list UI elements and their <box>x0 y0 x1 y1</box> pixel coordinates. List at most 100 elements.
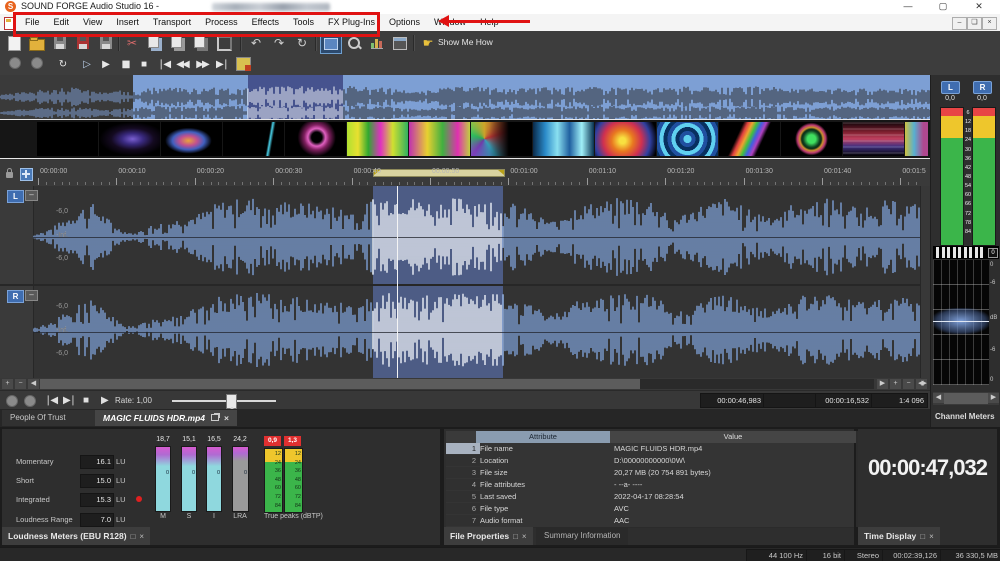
time-ruler[interactable]: 00:00:0000:00:1000:00:2000:00:3000:00:40… <box>0 159 930 186</box>
zoom-out-button[interactable]: − <box>903 379 914 389</box>
cursor-time-box[interactable]: 00:00:46,983 <box>700 393 765 408</box>
save-button[interactable] <box>50 34 70 52</box>
menu-view[interactable]: View <box>76 14 109 31</box>
render-as-button[interactable] <box>96 34 116 52</box>
new-file-button[interactable] <box>4 34 24 52</box>
minimize-channel-icon[interactable]: – <box>25 190 38 201</box>
right-channel-button[interactable]: R <box>7 290 24 303</box>
arm-record-button[interactable] <box>28 57 46 73</box>
float-icon[interactable]: □ <box>916 532 925 541</box>
go-to-start-button[interactable]: ❘◀ <box>154 57 172 73</box>
trim-button[interactable] <box>214 34 234 52</box>
tab-people-of-trust[interactable]: People Of Trust <box>2 410 96 426</box>
stop-icon[interactable]: ■ <box>83 393 89 408</box>
video-frame[interactable] <box>471 122 532 156</box>
playback-cursor[interactable] <box>397 186 398 378</box>
statistics-button[interactable] <box>367 34 387 52</box>
scroll-right-icon[interactable]: ▶ <box>877 379 888 389</box>
minimize-icon[interactable]: — <box>895 0 921 13</box>
go-to-start-icon[interactable]: ❘◀ <box>44 393 56 408</box>
snap-icon[interactable] <box>20 168 33 181</box>
video-frame[interactable] <box>595 122 656 156</box>
scrollbar-track[interactable] <box>40 379 874 389</box>
column-header-attribute[interactable]: Attribute <box>476 431 610 443</box>
selection-length-box[interactable]: 00:00:16,532 <box>815 393 873 408</box>
menu-options[interactable]: Options <box>382 14 427 31</box>
waveform-editor[interactable]: L – R – -6,0 -Inf. -6,0 -6,0 -Inf. -6,0 <box>0 186 930 378</box>
video-frame[interactable] <box>409 122 470 156</box>
video-frame[interactable] <box>285 122 346 156</box>
summary-information-tab[interactable]: Summary Information <box>536 527 628 545</box>
meter-scrollbar[interactable]: ◀ ▶ <box>933 392 999 405</box>
menu-edit[interactable]: Edit <box>47 14 77 31</box>
cut-button[interactable]: ✂ <box>122 34 142 52</box>
menu-process[interactable]: Process <box>198 14 245 31</box>
stop-button[interactable]: ■ <box>135 57 153 73</box>
script-editor-button[interactable] <box>390 34 410 52</box>
menu-fx-plug-ins[interactable]: FX Plug-Ins <box>321 14 382 31</box>
mix-button[interactable] <box>191 34 211 52</box>
scroll-left-icon[interactable]: ◀ <box>933 393 944 403</box>
menu-tools[interactable]: Tools <box>286 14 321 31</box>
record-icon[interactable] <box>6 395 18 407</box>
menu-effects[interactable]: Effects <box>245 14 286 31</box>
close-tab-icon[interactable]: × <box>222 413 229 423</box>
repeat-button[interactable]: ↻ <box>292 34 312 52</box>
play-all-button[interactable]: ▷ <box>78 57 96 73</box>
meter-left-button[interactable]: L <box>941 81 960 94</box>
show-me-how-label[interactable]: Show Me How <box>438 37 493 47</box>
float-icon[interactable]: □ <box>509 532 518 541</box>
play-icon[interactable]: ▶ <box>101 393 109 408</box>
meter-right-button[interactable]: R <box>973 81 992 94</box>
empty-time-box[interactable] <box>763 393 817 408</box>
video-frame[interactable] <box>657 122 718 156</box>
go-to-end-icon[interactable]: ▶❘ <box>63 393 75 408</box>
video-frame[interactable] <box>781 122 842 156</box>
redo-button[interactable]: ↷ <box>269 34 289 52</box>
video-frame[interactable] <box>533 122 594 156</box>
restore-icon[interactable] <box>211 414 219 421</box>
left-channel-button[interactable]: L <box>7 190 24 203</box>
zoom-out-button[interactable]: − <box>15 379 26 389</box>
menu-transport[interactable]: Transport <box>146 14 198 31</box>
open-button[interactable] <box>27 34 47 52</box>
record-arm-icon[interactable] <box>24 395 36 407</box>
video-strip[interactable] <box>0 120 930 158</box>
copy-button[interactable] <box>145 34 165 52</box>
record-button[interactable] <box>6 57 24 73</box>
video-frame[interactable] <box>161 122 222 156</box>
video-frame[interactable] <box>223 122 284 156</box>
rewind-button[interactable]: ◀◀ <box>173 57 191 73</box>
video-frame[interactable] <box>347 122 408 156</box>
close-panel-icon[interactable]: × <box>518 532 527 541</box>
pause-button[interactable]: ▮▮ <box>116 57 134 73</box>
menu-file[interactable]: File <box>18 14 47 31</box>
video-frame[interactable] <box>905 122 928 156</box>
zoom-in-button[interactable]: + <box>2 379 13 389</box>
scrollbar-thumb[interactable] <box>40 379 640 389</box>
scrollbar-thumb[interactable] <box>944 393 988 404</box>
channel-converter-button[interactable] <box>320 34 342 54</box>
close-icon[interactable]: ✕ <box>966 0 992 13</box>
close-panel-icon[interactable]: × <box>925 532 934 541</box>
document-icon[interactable] <box>4 17 15 30</box>
video-preview-button[interactable] <box>236 57 254 73</box>
loudness-meters-tab[interactable]: Loudness Meters (EBU R128)□× <box>2 527 150 545</box>
mdi-minimize-icon[interactable]: – <box>952 17 967 30</box>
rate-slider-track[interactable] <box>172 400 276 402</box>
overview-bar[interactable] <box>0 75 930 119</box>
zoom-tool-button[interactable] <box>344 34 364 52</box>
file-properties-tab[interactable]: File Properties□× <box>444 527 533 545</box>
video-frame[interactable] <box>719 122 780 156</box>
scroll-left-icon[interactable]: ◀ <box>28 379 39 389</box>
maximize-icon[interactable]: ▢ <box>930 0 956 13</box>
undo-button[interactable]: ↶ <box>246 34 266 52</box>
menu-insert[interactable]: Insert <box>109 14 146 31</box>
mdi-restore-icon[interactable]: ❏ <box>967 17 982 30</box>
lock-icon[interactable] <box>6 172 13 178</box>
video-frame[interactable] <box>99 122 160 156</box>
tab-magic-fluids[interactable]: MAGIC FLUIDS HDR.mp4× <box>95 410 237 426</box>
menu-window[interactable]: Window <box>427 14 473 31</box>
zoom-ratio-box[interactable]: 1:4 096 <box>871 393 928 408</box>
scroll-right-icon[interactable]: ▶ <box>988 393 999 403</box>
